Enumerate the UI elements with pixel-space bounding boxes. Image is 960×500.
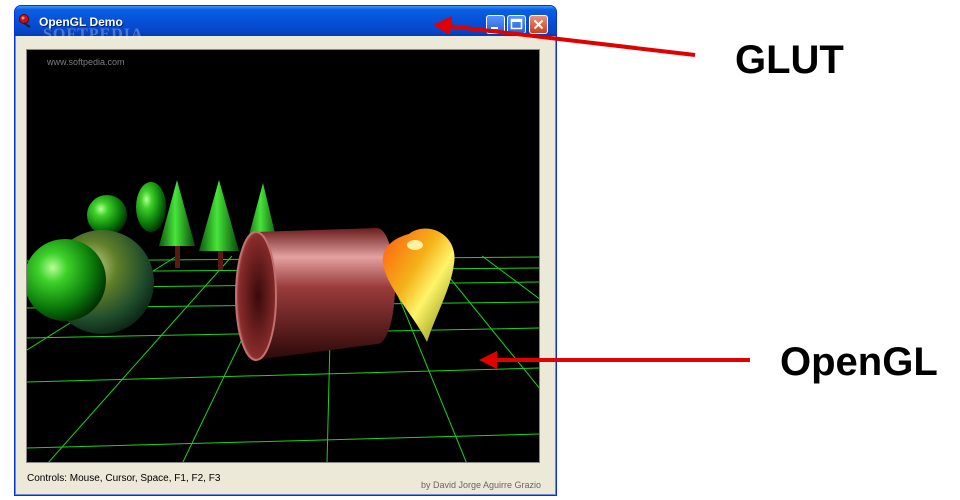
maximize-icon xyxy=(510,18,523,30)
controls-hint: Controls: Mouse, Cursor, Space, F1, F2, … xyxy=(27,473,221,484)
close-icon xyxy=(533,19,544,30)
glut-label: GLUT xyxy=(735,38,844,82)
viewport-watermark: www.softpedia.com xyxy=(47,57,125,67)
opengl-viewport[interactable]: www.softpedia.com xyxy=(26,49,540,463)
maximize-button[interactable] xyxy=(507,15,526,34)
opengl-scene xyxy=(27,180,539,462)
back-sphere-1 xyxy=(87,195,127,235)
tree-cone-2 xyxy=(199,180,239,251)
author-credit: by David Jorge Aguirre Grazio xyxy=(420,480,541,490)
opengl-label: OpenGL xyxy=(780,340,938,384)
client-area: www.softpedia.com Controls: Mouse, Curso… xyxy=(19,40,549,491)
close-button[interactable] xyxy=(529,15,548,34)
app-icon xyxy=(19,14,31,28)
app-window: OpenGL Demo SOFTPEDIA www.softpedia.com … xyxy=(14,5,557,496)
title-bar[interactable]: OpenGL Demo SOFTPEDIA xyxy=(15,6,556,43)
back-sphere-2 xyxy=(136,182,166,232)
green-sphere xyxy=(27,239,106,321)
minimize-icon xyxy=(491,27,498,29)
minimize-button[interactable] xyxy=(486,15,505,34)
